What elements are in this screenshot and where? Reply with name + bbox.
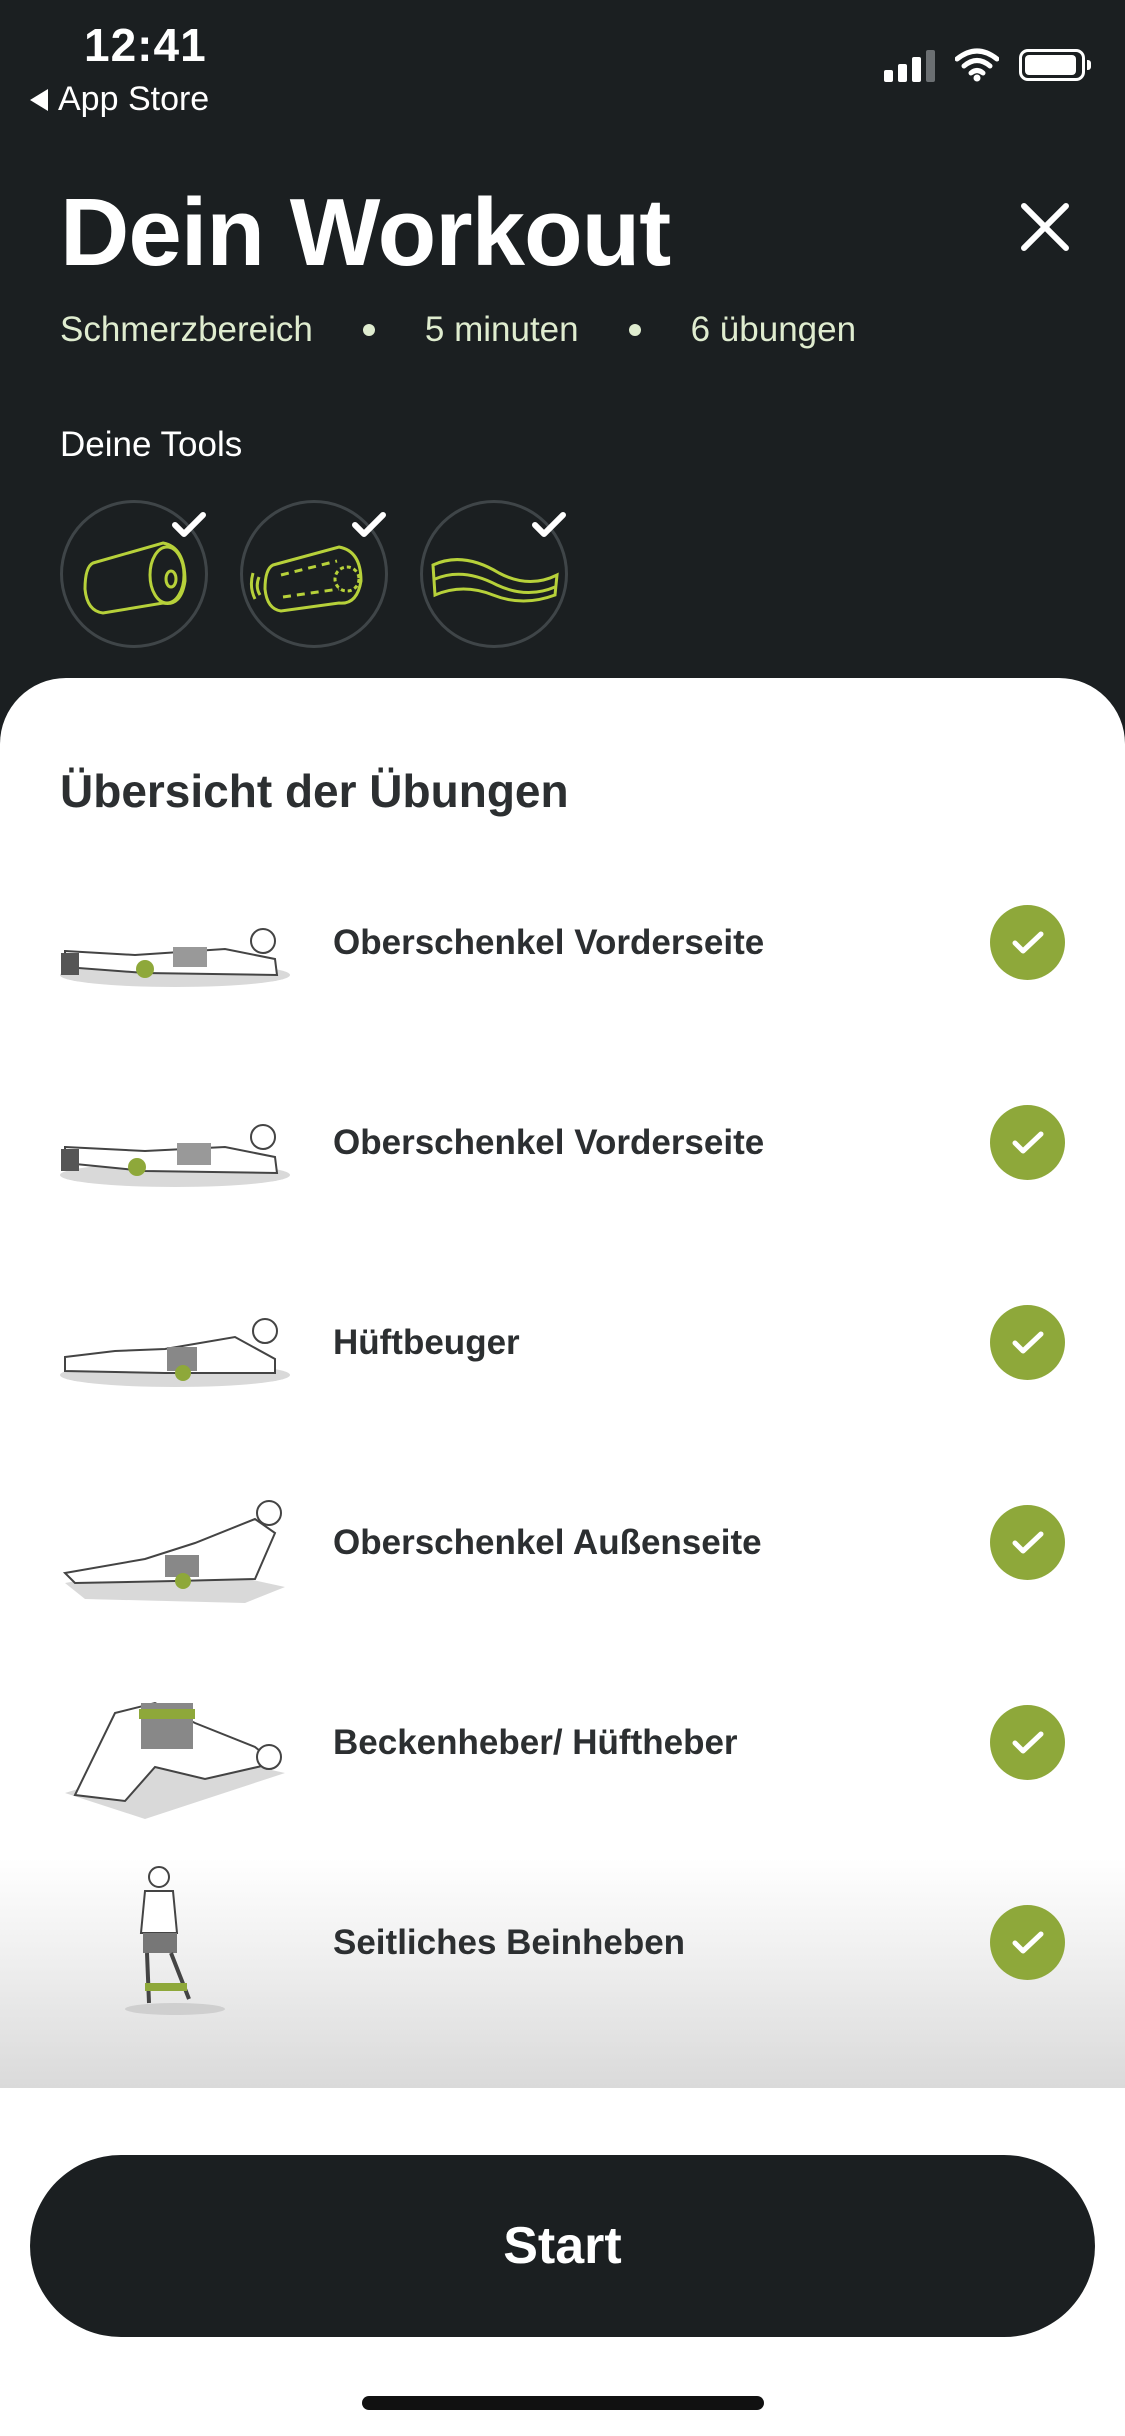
meta-duration: 5 minuten bbox=[424, 310, 579, 349]
exercise-illustration bbox=[60, 1124, 290, 1187]
status-time: 12:41 bbox=[84, 19, 207, 71]
exercise-item[interactable]: Oberschenkel Vorderseite bbox=[0, 1043, 1125, 1243]
exercise-illustration bbox=[62, 1500, 285, 1603]
exercise-item[interactable]: Beckenheber/ Hüftheber bbox=[0, 1643, 1125, 1843]
exercise-item[interactable]: Oberschenkel Außenseite bbox=[0, 1443, 1125, 1643]
back-to-app-store-link[interactable]: App Store bbox=[30, 80, 209, 119]
exercise-illustration bbox=[60, 928, 290, 987]
back-label: App Store bbox=[58, 80, 210, 118]
exercise-label: Seitliches Beinheben bbox=[333, 1923, 686, 1962]
exercise-item[interactable]: Hüftbeuger bbox=[0, 1243, 1125, 1443]
exercise-item[interactable]: Seitliches Beinheben bbox=[0, 1843, 1125, 2043]
check-icon bbox=[1012, 1131, 1043, 1153]
start-button[interactable]: Start bbox=[30, 2155, 1095, 2337]
tool-resistance-band[interactable] bbox=[420, 500, 568, 648]
page-title: Dein Workout bbox=[60, 179, 671, 286]
check-icon bbox=[1012, 1331, 1043, 1353]
completed-badge bbox=[990, 1705, 1065, 1780]
completed-badge bbox=[990, 905, 1065, 980]
close-button[interactable] bbox=[1000, 182, 1090, 272]
exercise-illustration bbox=[125, 1866, 225, 2015]
home-indicator[interactable] bbox=[362, 2396, 764, 2410]
exercise-label: Beckenheber/ Hüftheber bbox=[333, 1723, 738, 1762]
exercise-label: Oberschenkel Vorderseite bbox=[333, 1123, 765, 1162]
exercise-illustration bbox=[60, 1318, 290, 1387]
exercise-label: Oberschenkel Vorderseite bbox=[333, 923, 765, 962]
meta-area: Schmerzbereich bbox=[60, 310, 313, 349]
overview-title: Übersicht der Übungen bbox=[60, 765, 569, 817]
separator-dot bbox=[628, 324, 641, 336]
check-icon bbox=[1012, 1731, 1043, 1753]
check-icon bbox=[352, 512, 386, 537]
status-icons bbox=[884, 48, 1091, 82]
workout-meta: Schmerzbereich 5 minuten 6 übungen bbox=[60, 310, 856, 350]
exercise-label: Hüftbeuger bbox=[333, 1323, 520, 1362]
completed-badge bbox=[990, 1105, 1065, 1180]
workout-header: Dein Workout Schmerzbereich 5 minuten 6 … bbox=[0, 130, 1125, 690]
status-bar: 12:41 App Store bbox=[0, 0, 1125, 130]
completed-badge bbox=[990, 1505, 1065, 1580]
battery-icon bbox=[1019, 49, 1091, 81]
back-arrow-icon bbox=[30, 88, 48, 111]
check-icon bbox=[1012, 931, 1043, 953]
exercise-item[interactable]: Oberschenkel Vorderseite bbox=[0, 843, 1125, 1043]
completed-badge bbox=[990, 1305, 1065, 1380]
tools-label: Deine Tools bbox=[60, 425, 243, 464]
exercise-illustration bbox=[65, 1701, 285, 1819]
check-icon bbox=[172, 512, 206, 537]
check-icon bbox=[532, 512, 566, 537]
check-icon bbox=[1012, 1531, 1043, 1553]
wifi-icon bbox=[955, 48, 999, 82]
close-icon bbox=[1021, 203, 1069, 251]
tools-list bbox=[60, 500, 568, 648]
meta-exercise-count: 6 übungen bbox=[690, 310, 857, 349]
check-icon bbox=[1012, 1931, 1043, 1953]
completed-badge bbox=[990, 1905, 1065, 1980]
tool-vibration-roller[interactable] bbox=[240, 500, 388, 648]
separator-dot bbox=[362, 324, 375, 336]
cellular-signal-icon bbox=[884, 48, 935, 82]
exercise-label: Oberschenkel Außenseite bbox=[333, 1523, 762, 1562]
tool-foam-roller[interactable] bbox=[60, 500, 208, 648]
